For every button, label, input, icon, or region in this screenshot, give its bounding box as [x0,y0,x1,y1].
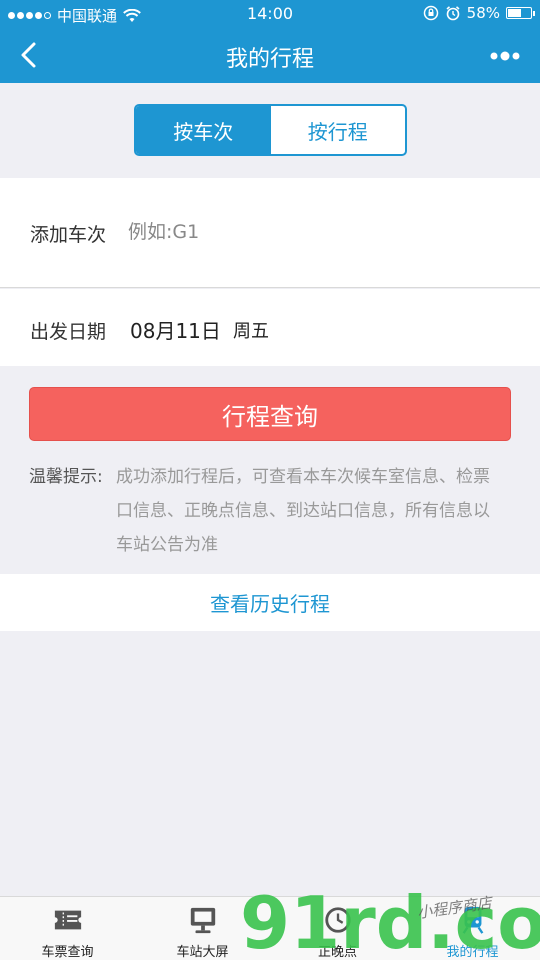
battery-icon [506,7,535,19]
more-button[interactable] [486,42,526,70]
train-icon [462,906,483,934]
train-number-row: 添加车次 [0,178,540,288]
tab-by-train[interactable]: 按车次 [136,106,271,154]
status-bar: 中国联通 14:00 58% [0,0,540,28]
tab-label: 我的行程 [446,945,499,960]
tab-label: 正晚点 [317,945,357,960]
alarm-icon [446,6,460,21]
train-number-label: 添加车次 [30,224,107,246]
tab-by-trip[interactable]: 按行程 [271,106,406,154]
tab-station-screen[interactable]: 车站大屏 [135,897,270,960]
navigation-bar: 我的行程 [0,28,540,83]
page-title: 我的行程 [225,47,314,72]
tab-my-trips[interactable]: 我的行程 [405,897,540,960]
departure-date-value[interactable]: 08月11日 [130,315,221,344]
tab-ticket-query[interactable]: 车票查询 [0,897,135,960]
view-history-link[interactable]: 查看历史行程 [0,574,540,631]
more-dots-icon [490,51,520,61]
rotation-lock-icon [423,5,438,21]
tab-label: 车站大屏 [176,945,229,960]
tab-label: 车票查询 [41,945,94,960]
tab-bar: 车票查询 车站大屏 正晚点 我的行程 [0,896,540,960]
departure-date-row[interactable]: 出发日期 08月11日 周五 [0,289,540,366]
battery-fill [508,9,521,17]
ticket-icon [54,910,81,930]
train-number-input[interactable] [128,214,508,250]
battery-percent: 58% [466,4,500,22]
departure-date-label: 出发日期 [30,321,107,343]
status-right: 58% [423,4,535,22]
trip-query-button[interactable]: 行程查询 [29,387,511,441]
departure-weekday: 周五 [233,321,269,342]
tab-punctuality[interactable]: 正晚点 [270,897,405,960]
monitor-icon [190,907,215,934]
tip-title: 温馨提示: [29,467,103,487]
search-mode-segment: 按车次 按行程 [134,104,407,156]
clock-icon [324,907,351,933]
tip-text: 成功添加行程后，可查看本车次候车室信息、检票口信息、正晚点信息、到达站口信息，所… [116,467,490,555]
